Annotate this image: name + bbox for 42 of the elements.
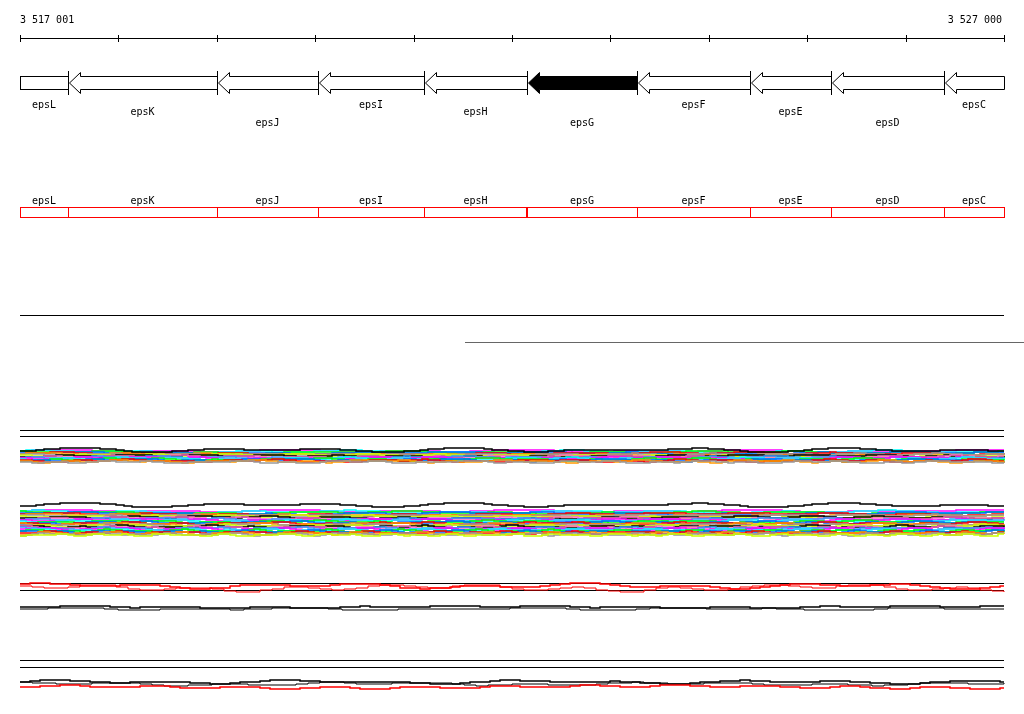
feature-box[interactable]: [944, 207, 1005, 218]
gene-label: epsH: [463, 106, 488, 117]
selected-gene-arrow[interactable]: [528, 72, 638, 94]
gene-arrow[interactable]: [751, 72, 832, 94]
gene-label: epsD: [875, 117, 900, 128]
feature-box[interactable]: [217, 207, 319, 218]
gene-arrow[interactable]: [638, 72, 751, 94]
feature-box[interactable]: [20, 207, 69, 218]
gene-label: epsE: [778, 106, 803, 117]
feature-label: epsK: [130, 195, 155, 206]
gene-arrow[interactable]: [945, 72, 1005, 94]
feature-box[interactable]: [424, 207, 527, 218]
gene-arrow[interactable]: [218, 72, 319, 94]
feature-label: epsE: [778, 195, 803, 206]
feature-label: epsJ: [255, 195, 280, 206]
gene-label: epsG: [569, 117, 595, 128]
feature-label: epsG: [569, 195, 595, 206]
feature-box[interactable]: [750, 207, 832, 218]
feature-box[interactable]: [637, 207, 751, 218]
feature-label: epsH: [463, 195, 488, 206]
feature-label: epsL: [31, 195, 57, 206]
gene-box[interactable]: [20, 76, 69, 90]
feature-label: epsD: [875, 195, 900, 206]
gene-arrow[interactable]: [832, 72, 945, 94]
gene-label: epsJ: [255, 117, 280, 128]
feature-label: epsF: [681, 195, 706, 206]
gene-arrow[interactable]: [69, 72, 218, 94]
feature-box[interactable]: [527, 207, 638, 218]
gene-label: epsK: [130, 106, 155, 117]
feature-label: epsC: [961, 195, 987, 206]
gene-arrow[interactable]: [425, 72, 528, 94]
feature-box[interactable]: [68, 207, 218, 218]
gene-label: epsC: [961, 99, 987, 110]
feature-box[interactable]: [318, 207, 425, 218]
feature-label: epsI: [358, 195, 384, 206]
feature-box[interactable]: [831, 207, 945, 218]
start-position-label: 3 517 001: [20, 14, 75, 25]
gene-label: epsL: [31, 99, 57, 110]
gene-label: epsF: [681, 99, 706, 110]
gene-label: epsI: [358, 99, 384, 110]
end-position-label: 3 527 000: [947, 14, 1002, 25]
gene-arrow[interactable]: [319, 72, 425, 94]
